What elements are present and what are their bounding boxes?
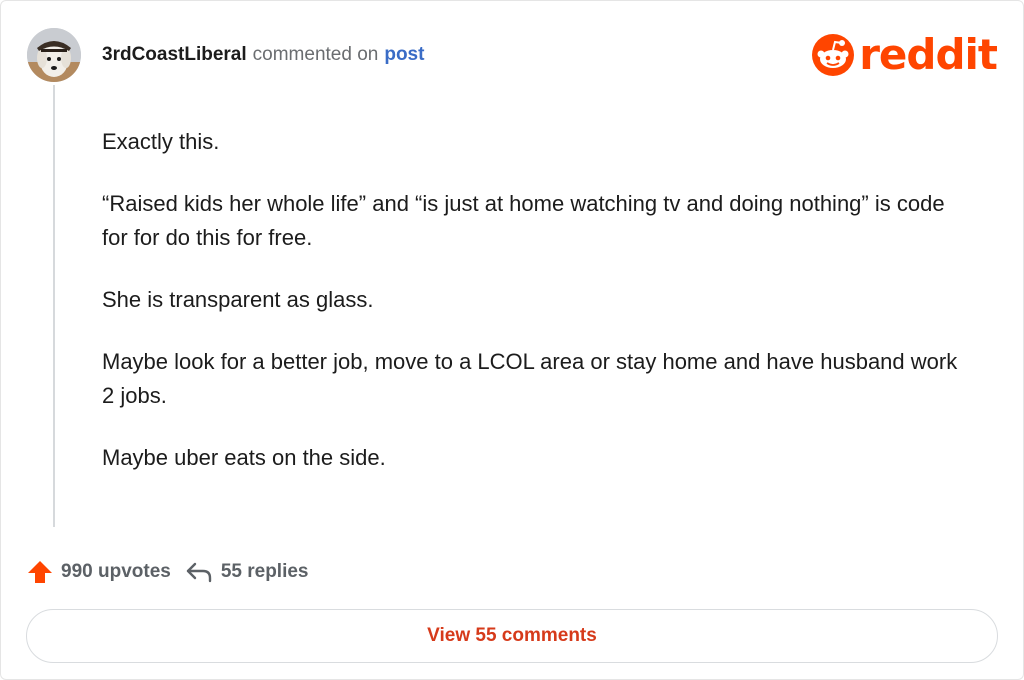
dog-avatar-icon	[27, 28, 81, 82]
upvote-count: 990 upvotes	[61, 561, 171, 582]
comment-paragraph: Maybe look for a better job, move to a L…	[102, 349, 958, 408]
comment-actions: 990 upvotes 55 replies	[27, 556, 323, 588]
thread-line[interactable]	[53, 85, 55, 527]
reply-count: 55 replies	[220, 561, 309, 582]
reddit-wordmark: reddit	[859, 30, 998, 79]
reddit-snoo-icon	[812, 34, 855, 76]
comment-paragraph: She is transparent as glass.	[102, 287, 374, 312]
reddit-logo[interactable]: reddit	[811, 30, 998, 79]
upvote-button[interactable]: 990 upvotes	[27, 559, 171, 585]
replies-button[interactable]: 55 replies	[185, 560, 309, 584]
reply-arrow-icon	[186, 562, 212, 583]
upvote-arrow-icon	[28, 561, 52, 583]
comment-paragraph: Maybe uber eats on the side.	[102, 445, 386, 470]
view-comments-button[interactable]: View 55 comments	[26, 609, 998, 663]
comment-card: 3rdCoastLiberal commented on post reddit…	[0, 0, 1024, 680]
comment-paragraph: “Raised kids her whole life” and “is jus…	[102, 191, 945, 250]
comment-action-text: commented on	[252, 44, 379, 65]
comment-body: Exactly this. “Raised kids her whole lif…	[102, 125, 962, 503]
avatar[interactable]	[27, 28, 81, 82]
comment-paragraph: Exactly this.	[102, 129, 220, 154]
comment-header: 3rdCoastLiberal commented on post	[102, 41, 424, 69]
post-link[interactable]: post	[384, 44, 424, 66]
username[interactable]: 3rdCoastLiberal	[102, 44, 247, 66]
